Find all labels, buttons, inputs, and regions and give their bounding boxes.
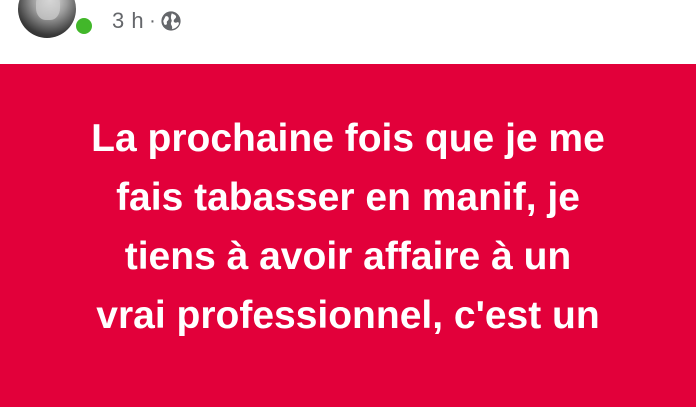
globe-icon[interactable]: [160, 10, 182, 32]
post-meta: 3 h ·: [112, 6, 182, 36]
post-text: La prochaine fois que je me fais tabasse…: [91, 117, 605, 337]
meta-separator: ·: [149, 9, 156, 32]
post-header: 3 h ·: [0, 0, 696, 64]
avatar-photo: [36, 0, 60, 20]
online-status-dot: [73, 15, 95, 37]
avatar[interactable]: [18, 0, 76, 38]
post-timestamp[interactable]: 3 h: [112, 8, 144, 34]
